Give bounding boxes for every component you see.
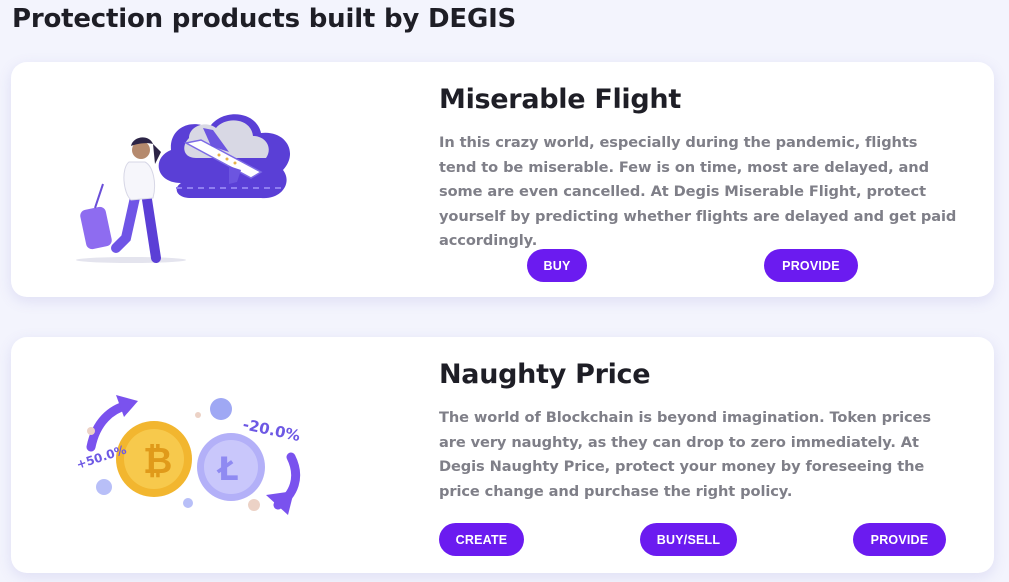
- traveler-with-airplane-illustration: [61, 88, 301, 268]
- provide-button[interactable]: PROVIDE: [853, 523, 946, 556]
- product-title: Miserable Flight: [439, 84, 681, 115]
- page-title: Protection products built by DEGIS: [12, 4, 517, 34]
- product-title: Naughty Price: [439, 359, 651, 390]
- buy-sell-button[interactable]: BUY/SELL: [640, 523, 737, 556]
- product-description: In this crazy world, especially during t…: [439, 134, 957, 249]
- product-card-naughty-price: ₿ Ł +50.0% -20.0% Naughty Price The worl…: [11, 337, 994, 573]
- product-card-miserable-flight: Miserable Flight In this crazy world, es…: [11, 62, 994, 297]
- create-button[interactable]: CREATE: [439, 523, 524, 556]
- buy-button[interactable]: BUY: [527, 249, 587, 282]
- product-description: The world of Blockchain is beyond imagin…: [439, 409, 931, 500]
- provide-button[interactable]: PROVIDE: [764, 249, 858, 282]
- svg-text:₿: ₿: [143, 441, 172, 482]
- crypto-coins-illustration: ₿ Ł +50.0% -20.0%: [56, 387, 306, 527]
- svg-text:Ł: Ł: [216, 450, 239, 488]
